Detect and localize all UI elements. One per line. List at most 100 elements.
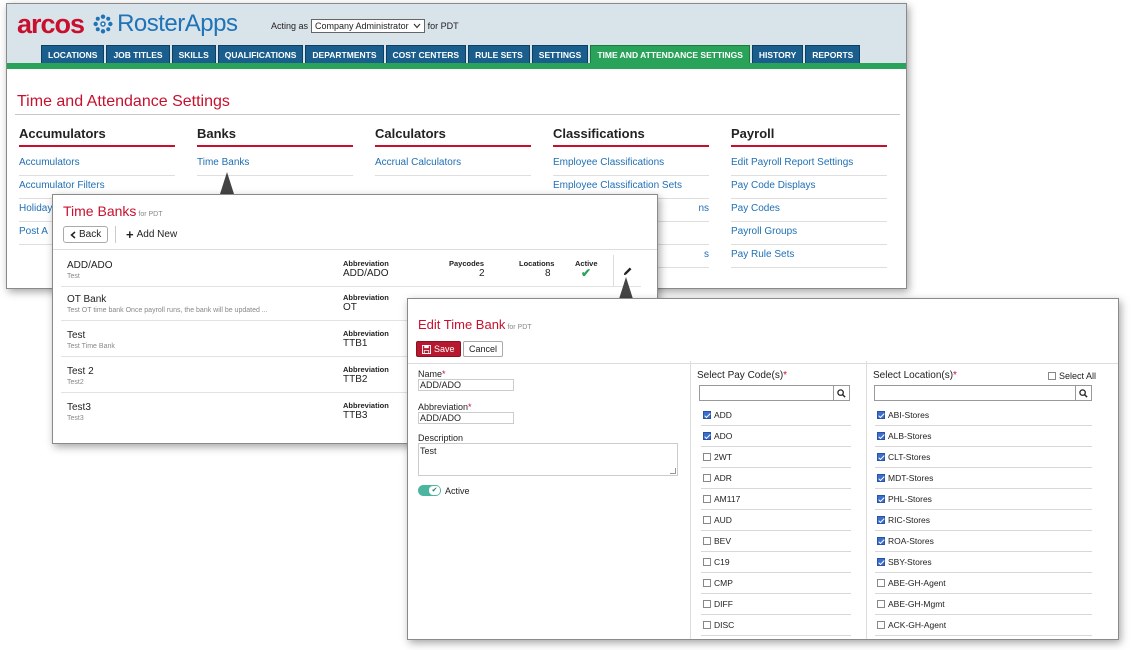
add-new-button[interactable]: + Add New xyxy=(115,226,184,243)
link-accrual-calculators[interactable]: Accrual Calculators xyxy=(375,153,531,176)
checkbox[interactable] xyxy=(877,558,885,566)
link-employee-classifications[interactable]: Employee Classifications xyxy=(553,153,709,176)
add-new-button-label: Add New xyxy=(136,229,178,240)
pay-code-option[interactable]: CMP xyxy=(701,573,851,594)
tab-history[interactable]: HISTORY xyxy=(751,45,804,63)
checkbox[interactable] xyxy=(703,432,711,440)
checkbox[interactable] xyxy=(703,621,711,629)
tab-cost-centers[interactable]: COST CENTERS xyxy=(385,45,467,63)
checkbox[interactable] xyxy=(877,600,885,608)
search-button[interactable] xyxy=(1075,386,1091,400)
checkbox[interactable] xyxy=(877,453,885,461)
description-value: Test xyxy=(420,446,437,456)
abbreviation-field[interactable]: ADD/ADO xyxy=(418,412,514,424)
page-title: Time and Attendance Settings xyxy=(17,93,230,110)
checkbox[interactable] xyxy=(703,495,711,503)
checkbox[interactable] xyxy=(703,537,711,545)
bank-name: ADD/ADO xyxy=(67,260,113,271)
link-pay-rule-sets[interactable]: Pay Rule Sets xyxy=(731,245,887,268)
nav-underline xyxy=(7,63,906,69)
location-option[interactable]: MDT-Stores xyxy=(875,468,1092,489)
tab-job-titles[interactable]: JOB TITLES xyxy=(106,45,170,63)
pay-code-option[interactable]: ADD xyxy=(701,405,851,426)
checkbox[interactable] xyxy=(877,495,885,503)
divider xyxy=(15,114,900,115)
abbreviation-header: Abbreviation xyxy=(343,293,389,302)
location-option[interactable]: ALB-Stores xyxy=(875,426,1092,447)
tab-locations[interactable]: LOCATIONS xyxy=(41,45,105,63)
tab-reports[interactable]: REPORTS xyxy=(805,45,861,63)
checkbox[interactable] xyxy=(703,600,711,608)
tab-departments[interactable]: DEPARTMENTS xyxy=(305,45,384,63)
role-select[interactable]: Company Administrator xyxy=(311,19,425,33)
search-icon xyxy=(1079,388,1088,398)
link-pay-code-displays[interactable]: Pay Code Displays xyxy=(731,176,887,199)
resize-handle[interactable] xyxy=(670,468,676,474)
search-button[interactable] xyxy=(833,386,849,400)
bank-description: Test2 xyxy=(67,379,84,386)
location-option[interactable]: CLT-Stores xyxy=(875,447,1092,468)
checkbox[interactable] xyxy=(703,453,711,461)
active-toggle[interactable]: ✔ xyxy=(418,485,441,496)
table-row[interactable]: ADD/ADO Test Abbreviation ADD/ADO Paycod… xyxy=(61,255,641,287)
link-pay-codes[interactable]: Pay Codes xyxy=(731,199,887,222)
tab-skills[interactable]: SKILLS xyxy=(171,45,216,63)
logo[interactable]: arcos RosterApps xyxy=(17,9,238,39)
bank-abbreviation: TTB3 xyxy=(343,410,368,421)
divider xyxy=(866,361,867,639)
link-edit-payroll-report-settings[interactable]: Edit Payroll Report Settings xyxy=(731,153,887,176)
pay-codes-search-input[interactable] xyxy=(699,385,850,401)
checkbox[interactable] xyxy=(877,537,885,545)
pay-code-option[interactable]: ADO xyxy=(701,426,851,447)
checkbox[interactable] xyxy=(703,474,711,482)
checkbox[interactable] xyxy=(703,579,711,587)
checkbox[interactable] xyxy=(877,411,885,419)
location-option[interactable]: ABE-GH-Mgmt xyxy=(875,594,1092,615)
checkbox[interactable] xyxy=(703,411,711,419)
locations-search-input[interactable] xyxy=(874,385,1092,401)
location-option[interactable]: ACK-GH-Agent xyxy=(875,615,1092,636)
pay-code-option[interactable]: 2WT xyxy=(701,447,851,468)
checkbox[interactable] xyxy=(877,516,885,524)
bank-paycodes: 2 xyxy=(479,268,485,279)
location-option[interactable]: RIC-Stores xyxy=(875,510,1092,531)
pay-code-option[interactable]: AM117 xyxy=(701,489,851,510)
tab-qualifications[interactable]: QUALIFICATIONS xyxy=(217,45,304,63)
location-option[interactable]: ROA-Stores xyxy=(875,531,1092,552)
location-option[interactable]: ABI-Stores xyxy=(875,405,1092,426)
save-button[interactable]: Save xyxy=(416,341,461,357)
tab-settings[interactable]: SETTINGS xyxy=(531,45,589,63)
bank-abbreviation: TTB2 xyxy=(343,374,368,385)
pay-code-option[interactable]: C19 xyxy=(701,552,851,573)
link-payroll-groups[interactable]: Payroll Groups xyxy=(731,222,887,245)
pay-code-option[interactable]: ADR xyxy=(701,468,851,489)
checkbox[interactable] xyxy=(703,558,711,566)
checkbox[interactable] xyxy=(877,579,885,587)
tab-rule-sets[interactable]: RULE SETS xyxy=(468,45,530,63)
checkbox[interactable] xyxy=(703,516,711,524)
pay-code-option[interactable]: DIFF xyxy=(701,594,851,615)
tab-time-and-attendance-settings[interactable]: TIME AND ATTENDANCE SETTINGS xyxy=(590,45,750,63)
pencil-icon xyxy=(623,267,632,275)
checkbox[interactable] xyxy=(877,432,885,440)
location-option[interactable]: ABE-GH-Agent xyxy=(875,573,1092,594)
checkbox[interactable] xyxy=(1048,372,1056,380)
bank-description: Test3 xyxy=(67,415,84,422)
check-icon: ✔ xyxy=(429,486,440,495)
link-accumulators[interactable]: Accumulators xyxy=(19,153,175,176)
checkbox[interactable] xyxy=(877,621,885,629)
bank-abbreviation: OT xyxy=(343,302,357,313)
description-field[interactable]: Test xyxy=(418,443,678,476)
pay-code-option[interactable]: AUD xyxy=(701,510,851,531)
name-field[interactable]: ADD/ADO xyxy=(418,379,514,391)
location-option[interactable]: PHL-Stores xyxy=(875,489,1092,510)
location-option[interactable]: SBY-Stores xyxy=(875,552,1092,573)
checkbox[interactable] xyxy=(877,474,885,482)
column-calculators: Calculators Accrual Calculators xyxy=(375,126,531,176)
back-button[interactable]: Back xyxy=(63,226,109,243)
select-all[interactable]: Select All xyxy=(1048,371,1096,381)
pay-code-option[interactable]: BEV xyxy=(701,531,851,552)
description-label: Description xyxy=(418,433,464,443)
pay-code-option[interactable]: DISC xyxy=(701,615,851,636)
cancel-button[interactable]: Cancel xyxy=(463,341,504,357)
